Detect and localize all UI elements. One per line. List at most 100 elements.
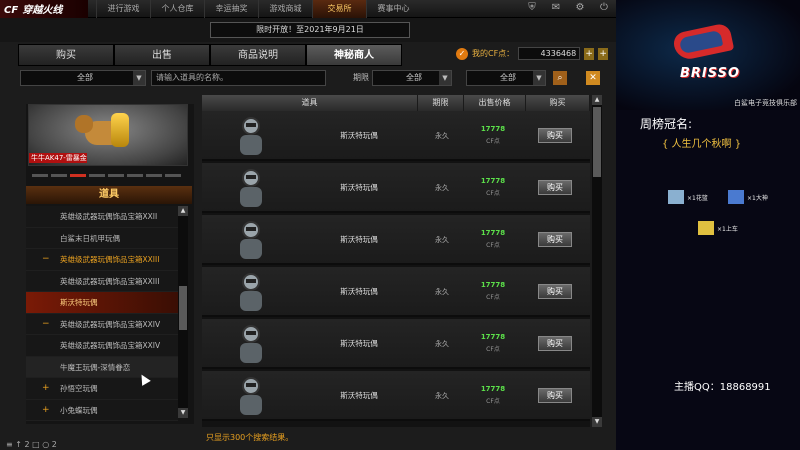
tree-item-label: 斯沃特玩偶 <box>60 298 98 307</box>
buy-button[interactable]: 购买 <box>538 336 572 351</box>
tree-item[interactable]: 牛魔王玩偶-深情眷恋 <box>26 356 178 378</box>
tree-item[interactable]: 白鲨末日机甲玩偶 <box>26 227 178 249</box>
item-price: 17778 <box>480 125 506 133</box>
swat-figurine-icon <box>234 375 268 417</box>
nav-mall[interactable]: 游戏商城 <box>258 0 312 18</box>
power-icon[interactable]: ⏻ <box>598 2 610 14</box>
gift-car: ×1上车 <box>698 221 738 235</box>
table-row: 斯沃特玩偶 永久 17778 CF点 购买 <box>202 319 590 369</box>
search-button[interactable]: ⌕ <box>553 71 567 85</box>
swat-figurine-icon <box>234 115 268 157</box>
table-row: 斯沃特玩偶 永久 17778 CF点 购买 <box>202 111 590 161</box>
scroll-up-icon[interactable]: ▲ <box>592 95 602 105</box>
tree-item[interactable]: − 英雄级武器玩偶饰品宝箱XXIV <box>26 313 178 336</box>
table-row: 斯沃特玩偶 永久 17778 CF点 购买 <box>202 215 590 265</box>
tree-item[interactable]: 英雄级武器玩偶饰品宝箱XXII <box>26 206 178 228</box>
buy-button[interactable]: 购买 <box>538 128 572 143</box>
scroll-down-icon[interactable]: ▼ <box>592 417 602 427</box>
table-header: 道具 期限 出售价格 购买 <box>202 95 590 111</box>
tab-sell[interactable]: 出售 <box>114 44 210 66</box>
god-gift-icon <box>728 190 744 204</box>
tree-item[interactable]: + 孙悟空玩偶 <box>26 378 178 400</box>
period-select[interactable]: 全部 ▼ <box>372 70 452 86</box>
buy-button[interactable]: 购买 <box>538 232 572 247</box>
gear-icon[interactable]: ⚙ <box>574 2 586 14</box>
tree-item-label: 孙悟空玩偶 <box>60 384 98 393</box>
tree-item-label: 英雄级武器玩偶饰品宝箱XXIV <box>60 341 161 350</box>
nav-events[interactable]: 赛事中心 <box>366 0 420 18</box>
preview-pager <box>32 174 181 177</box>
tree-item-label: 英雄级武器玩偶饰品宝箱XXIV <box>60 319 161 329</box>
item-price: 17778 <box>480 177 506 185</box>
nav-play[interactable]: 进行游戏 <box>96 0 150 18</box>
promo-banner: 限时开放！至2021年9月21日 <box>210 22 410 38</box>
shield-icon[interactable]: ⛨ <box>526 2 538 14</box>
item-currency: CF点 <box>486 346 500 353</box>
streamer-qq: 主播QQ：18868991 <box>674 382 771 393</box>
tab-description[interactable]: 商品说明 <box>210 44 306 66</box>
item-currency: CF点 <box>486 294 500 301</box>
sidebar-scrollbar[interactable]: ▲ ▼ <box>178 206 188 418</box>
tree-item-label: 白鲨末日机甲玩偶 <box>60 233 120 243</box>
sidebar-header: 道具 <box>26 186 192 204</box>
mail-icon[interactable]: ✉ <box>550 2 562 14</box>
scroll-down-icon[interactable]: ▼ <box>178 408 188 418</box>
logo-text: CF <box>4 5 19 16</box>
tree-item[interactable]: 斯沃特玩偶 <box>26 292 178 314</box>
game-logo: CF 穿越火线 <box>0 0 88 18</box>
team-brand-text: BRISSO <box>679 66 741 81</box>
nav-exchange[interactable]: 交易所 <box>312 0 366 18</box>
preview-name: 牛牛AK47-雷暴金 <box>29 153 87 163</box>
buy-button[interactable]: 购买 <box>538 180 572 195</box>
pager-dot[interactable] <box>32 174 48 177</box>
buy-button[interactable]: 购买 <box>538 388 572 403</box>
collapse-icon[interactable]: − <box>42 314 50 336</box>
tab-buy[interactable]: 购买 <box>18 44 114 66</box>
col-price: 出售价格 <box>464 95 526 111</box>
market-tabs: 购买 出售 商品说明 神秘商人 <box>18 44 402 66</box>
item-period: 永久 <box>435 132 449 140</box>
category-select[interactable]: 全部 ▼ <box>20 70 146 86</box>
buy-button[interactable]: 购买 <box>538 284 572 299</box>
expand-icon[interactable]: + <box>42 378 50 400</box>
category-value: 全部 <box>77 73 93 82</box>
logo-subtext: 穿越火线 <box>22 5 63 16</box>
search-input[interactable]: 请输入道具的名称。 <box>151 70 326 86</box>
table-scrollbar[interactable]: ▲ ▼ <box>592 95 602 427</box>
scroll-up-icon[interactable]: ▲ <box>178 206 188 216</box>
add-cp-button[interactable]: + <box>584 47 595 60</box>
pager-dot[interactable] <box>146 174 162 177</box>
scroll-thumb[interactable] <box>179 286 187 330</box>
top-nav: 进行游戏 个人仓库 幸运抽奖 游戏商城 交易所 赛事中心 <box>96 0 420 18</box>
table-row: 斯沃特玩偶 永久 17778 CF点 购买 <box>202 267 590 317</box>
listing-table: 道具 期限 出售价格 购买 斯沃特玩偶 永久 17778 CF点 购买 斯沃特玩偶 永久 17… <box>202 95 590 427</box>
result-limit-note: 只显示300个搜索结果。 <box>206 433 294 442</box>
tree-item[interactable]: 英雄级武器玩偶饰品宝箱XXIV <box>26 335 178 357</box>
nav-lottery[interactable]: 幸运抽奖 <box>204 0 258 18</box>
pager-dot[interactable] <box>127 174 143 177</box>
pager-dot[interactable] <box>108 174 124 177</box>
sort-select[interactable]: 全部 ▼ <box>466 70 546 86</box>
pager-dot[interactable] <box>51 174 67 177</box>
cp-info-button[interactable]: + <box>598 47 609 60</box>
pager-dot[interactable] <box>165 174 181 177</box>
expand-icon[interactable]: + <box>42 400 50 422</box>
tab-mystery-merchant[interactable]: 神秘商人 <box>306 44 402 66</box>
filter-bar: 全部 ▼ 请输入道具的名称。 期限 全部 ▼ 全部 ▼ ⌕ ✕ <box>20 70 600 88</box>
nav-warehouse[interactable]: 个人仓库 <box>150 0 204 18</box>
col-period: 期限 <box>418 95 464 111</box>
bull-figurine-image <box>75 111 135 155</box>
tree-item[interactable]: − 英雄级武器玩偶饰品宝箱XXIII <box>26 249 178 271</box>
close-button[interactable]: ✕ <box>586 71 600 85</box>
tree-item-label: 牛魔王玩偶-深情眷恋 <box>60 362 131 372</box>
collapse-icon[interactable]: − <box>42 249 50 271</box>
pager-dot-active[interactable] <box>70 174 86 177</box>
tree-item[interactable]: 英雄级武器玩偶饰品宝箱XXIII <box>26 270 178 292</box>
cp-label: 我的CF点： <box>472 49 515 58</box>
tree-item-label: 英雄级武器玩偶饰品宝箱XXIII <box>60 255 160 264</box>
pager-dot[interactable] <box>89 174 105 177</box>
tree-item-label: 英雄级武器玩偶饰品宝箱XXIII <box>60 276 160 286</box>
team-logo: BRISSO 白鲨电子竞技俱乐部 <box>616 0 800 110</box>
tree-item[interactable]: + 小兔蝶玩偶 <box>26 399 178 422</box>
scroll-thumb[interactable] <box>593 107 601 177</box>
